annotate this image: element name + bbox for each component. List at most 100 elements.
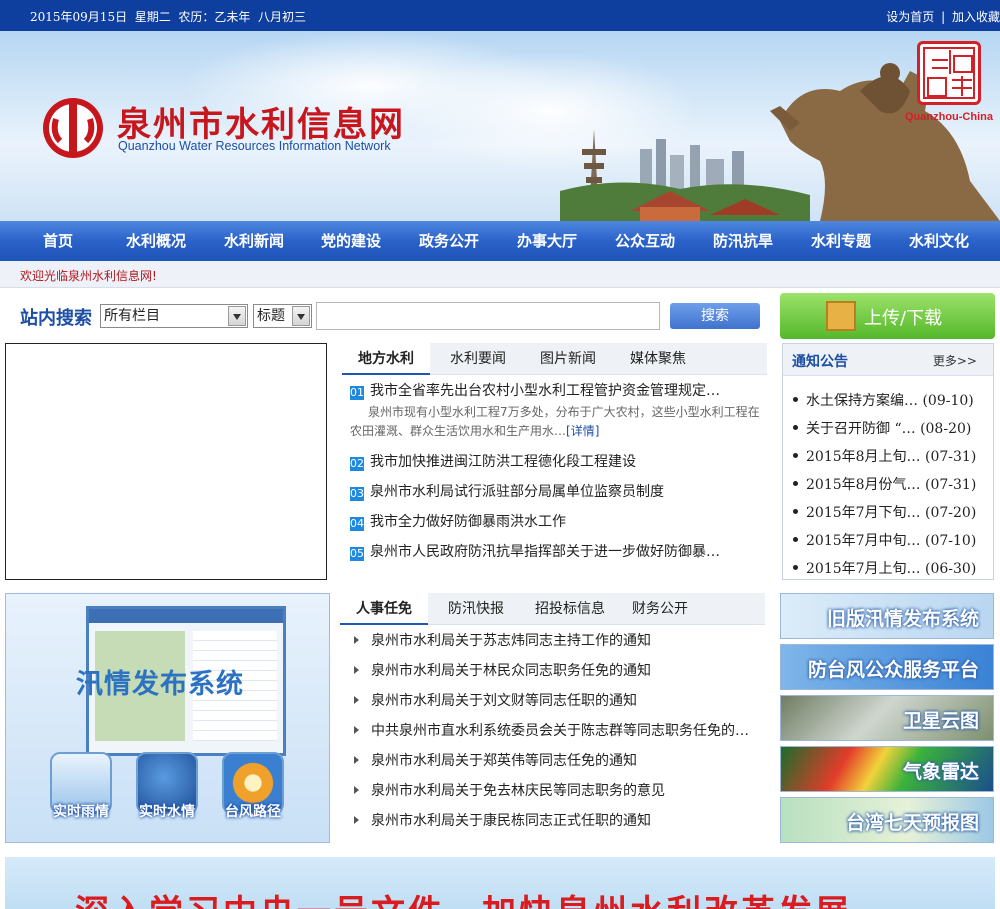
list-item-title: 泉州市水利局关于苏志炜同志主持工作的通知 xyxy=(371,633,651,649)
arrow-right-icon xyxy=(354,636,359,644)
search-scope-value: 所有栏目 xyxy=(104,308,160,324)
list-item-title: 泉州市水利局关于郑英伟等同志任免的通知 xyxy=(371,753,637,769)
welcome-bar: 欢迎光临泉州水利信息网! xyxy=(0,261,1000,288)
list-item[interactable]: 泉州市水利局关于免去林庆民等同志职务的意见 xyxy=(354,780,665,800)
list-item[interactable]: 泉州市水利局关于林民众同志职务任免的通知 xyxy=(354,660,651,680)
nav-item-overview[interactable]: 水利概况 xyxy=(107,221,205,261)
nav-item-news[interactable]: 水利新闻 xyxy=(205,221,303,261)
notice-item-title: 关于召开防御 “… xyxy=(806,421,916,437)
realtime-rainfall-label: 实时雨情 xyxy=(53,804,109,820)
search-button[interactable]: 搜索 xyxy=(670,303,760,329)
news-title: 泉州市水利局试行派驻部分局属单位监察员制度 xyxy=(370,484,664,500)
notice-item[interactable]: 关于召开防御 “… (08-20) xyxy=(793,418,971,438)
chevron-down-icon xyxy=(228,306,246,326)
nav-item-home[interactable]: 首页 xyxy=(9,221,107,261)
tab-flood-bulletin[interactable]: 防汛快报 xyxy=(432,593,520,625)
notice-item-title: 2015年8月上旬… xyxy=(806,449,921,465)
notice-more-link[interactable]: 更多>> xyxy=(933,352,977,369)
china-seal-logo xyxy=(917,41,981,105)
nav-item-party[interactable]: 党的建设 xyxy=(302,221,400,261)
notice-item[interactable]: 2015年7月上旬… (06-30) xyxy=(793,558,976,578)
package-icon xyxy=(826,301,856,331)
news-item[interactable]: 04 我市全力做好防御暴雨洪水工作 xyxy=(350,511,566,531)
notice-item[interactable]: 2015年8月份气… (07-31) xyxy=(793,474,976,494)
taiwan-forecast-banner[interactable]: 台湾七天预报图 xyxy=(780,797,994,843)
search-scope-select[interactable]: 所有栏目 xyxy=(100,304,248,328)
seal-caption: Quanzhou-China xyxy=(905,111,993,123)
arrow-right-icon xyxy=(354,726,359,734)
notice-item-date: (07-20) xyxy=(925,505,977,521)
list-item-title: 中共泉州市直水利系统委员会关于陈志群等同志职务任免的… xyxy=(371,723,749,739)
notice-item-date: (08-20) xyxy=(920,421,972,437)
notice-header: 通知公告 更多>> xyxy=(783,344,993,376)
tab-water-news[interactable]: 水利要闻 xyxy=(434,343,522,375)
search-field-select[interactable]: 标题 xyxy=(253,304,312,328)
notice-item-date: (07-10) xyxy=(925,533,977,549)
add-favorite-link[interactable]: 加入收藏 xyxy=(952,10,1000,24)
site-subtitle: Quanzhou Water Resources Information Net… xyxy=(118,139,391,153)
satellite-cloud-banner[interactable]: 卫星云图 xyxy=(780,695,994,741)
tab-finance[interactable]: 财务公开 xyxy=(616,593,704,625)
flood-release-system-panel[interactable]: 汛情发布系统 实时雨情 实时水情 台风路径 xyxy=(5,593,330,843)
nav-item-government[interactable]: 政务公开 xyxy=(400,221,498,261)
notice-item[interactable]: 水土保持方案编… (09-10) xyxy=(793,390,974,410)
list-item[interactable]: 泉州市水利局关于康民栋同志正式任职的通知 xyxy=(354,810,651,830)
main-nav: 首页 水利概况 水利新闻 党的建设 政务公开 办事大厅 公众互动 防汛抗旱 水利… xyxy=(0,221,1000,261)
bullet-icon xyxy=(793,565,798,570)
notice-item[interactable]: 2015年8月上旬… (07-31) xyxy=(793,446,976,466)
promo-slogan: 深入学习中央一号文件，加快泉州水利改革发展 xyxy=(75,885,852,909)
nav-item-interaction[interactable]: 公众互动 xyxy=(596,221,694,261)
bullet-icon xyxy=(793,397,798,402)
notice-item[interactable]: 2015年7月中旬… (07-10) xyxy=(793,530,976,550)
nav-item-topics[interactable]: 水利专题 xyxy=(792,221,890,261)
arrow-right-icon xyxy=(354,666,359,674)
news-item[interactable]: 05 泉州市人民政府防汛抗旱指挥部关于进一步做好防御暴… xyxy=(350,541,720,561)
image-slideshow[interactable] xyxy=(5,343,327,580)
nav-item-flood[interactable]: 防汛抗旱 xyxy=(694,221,792,261)
window-titlebar xyxy=(89,609,283,623)
banner-label: 卫星云图 xyxy=(902,710,979,732)
bottom-promo-banner[interactable]: 深入学习中央一号文件，加快泉州水利改革发展 xyxy=(5,857,995,909)
search-input[interactable] xyxy=(316,302,660,330)
nav-item-culture[interactable]: 水利文化 xyxy=(890,221,988,261)
notice-item-title: 2015年8月份气… xyxy=(806,477,921,493)
list-item-title: 泉州市水利局关于林民众同志职务任免的通知 xyxy=(371,663,651,679)
arrow-right-icon xyxy=(354,816,359,824)
tab-media-focus[interactable]: 媒体聚焦 xyxy=(614,343,702,375)
news-detail-link[interactable]: [详情] xyxy=(566,424,599,438)
arrow-right-icon xyxy=(354,756,359,764)
list-item[interactable]: 泉州市水利局关于刘文财等同志任职的通知 xyxy=(354,690,637,710)
bullet-icon xyxy=(793,425,798,430)
list-item-title: 泉州市水利局关于刘文财等同志任职的通知 xyxy=(371,693,637,709)
hr-tabs: 人事任免 防汛快报 招投标信息 财务公开 xyxy=(340,593,765,625)
news-summary-text: 泉州市现有小型水利工程7万多处，分布于广大农村，这些小型水利工程在农田灌溉、群众… xyxy=(350,405,760,438)
news-item[interactable]: 01 我市全省率先出台农村小型水利工程管护资金管理规定… xyxy=(350,380,720,400)
tab-photo-news[interactable]: 图片新闻 xyxy=(524,343,612,375)
notice-panel: 通知公告 更多>> 水土保持方案编… (09-10) 关于召开防御 “… (08… xyxy=(782,343,994,580)
news-number: 05 xyxy=(350,547,364,561)
tab-local-water[interactable]: 地方水利 xyxy=(342,343,430,375)
weather-radar-banner[interactable]: 气象雷达 xyxy=(780,746,994,792)
search-label: 站内搜索 xyxy=(20,308,92,329)
typhoon-service-banner[interactable]: 防台风公众服务平台 xyxy=(780,644,994,690)
list-item[interactable]: 泉州市水利局关于苏志炜同志主持工作的通知 xyxy=(354,630,651,650)
seal-icon xyxy=(923,47,975,99)
list-item[interactable]: 泉州市水利局关于郑英伟等同志任免的通知 xyxy=(354,750,637,770)
upload-download-button[interactable]: 上传/下载 xyxy=(780,293,995,339)
bullet-icon xyxy=(793,537,798,542)
tab-personnel[interactable]: 人事任免 xyxy=(340,593,428,625)
news-item[interactable]: 02 我市加快推进闽江防洪工程德化段工程建设 xyxy=(350,451,636,471)
notice-item-title: 2015年7月上旬… xyxy=(806,561,921,577)
notice-item-title: 水土保持方案编… xyxy=(806,393,918,409)
old-flood-system-banner[interactable]: 旧版汛情发布系统 xyxy=(780,593,994,639)
news-item[interactable]: 03 泉州市水利局试行派驻部分局属单位监察员制度 xyxy=(350,481,664,501)
tab-bidding[interactable]: 招投标信息 xyxy=(520,593,620,625)
news-tabs: 地方水利 水利要闻 图片新闻 媒体聚焦 xyxy=(342,343,767,375)
notice-item[interactable]: 2015年7月下旬… (07-20) xyxy=(793,502,976,522)
news-title: 我市全省率先出台农村小型水利工程管护资金管理规定… xyxy=(370,383,720,399)
news-number: 02 xyxy=(350,457,364,471)
set-homepage-link[interactable]: 设为首页 xyxy=(886,10,934,24)
news-title: 我市全力做好防御暴雨洪水工作 xyxy=(370,514,566,530)
nav-item-services[interactable]: 办事大厅 xyxy=(498,221,596,261)
list-item[interactable]: 中共泉州市直水利系统委员会关于陈志群等同志职务任免的… xyxy=(354,720,749,740)
